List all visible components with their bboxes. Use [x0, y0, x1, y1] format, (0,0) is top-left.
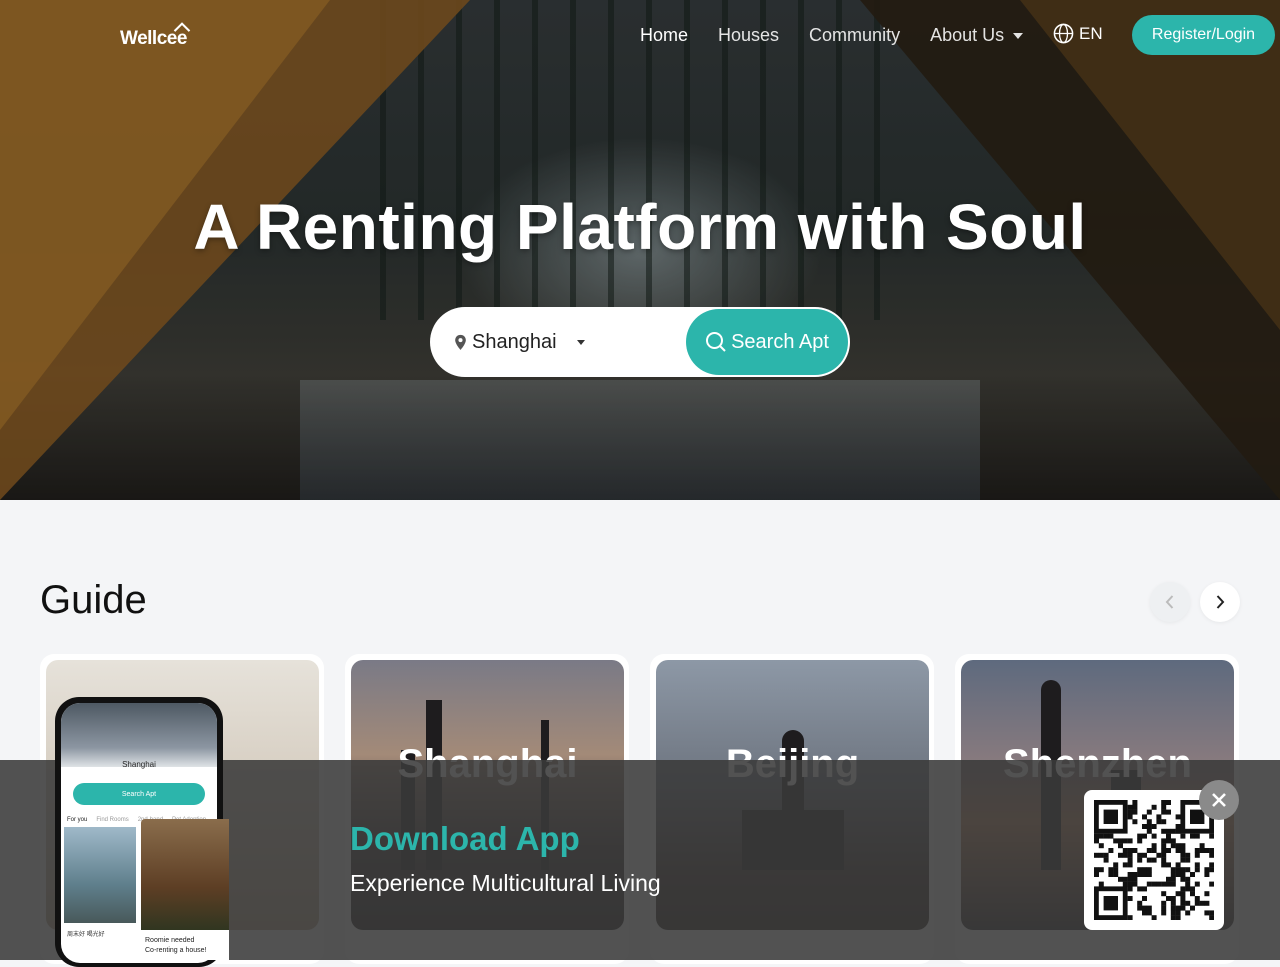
- qr-code-icon: [1094, 800, 1214, 920]
- phone-post-photo: [141, 819, 229, 934]
- language-label: EN: [1079, 23, 1103, 43]
- phone-city: Shanghai: [122, 760, 156, 769]
- guide-next-button[interactable]: [1200, 582, 1240, 622]
- phone-post-caption-line2: Co-renting a house!: [145, 947, 207, 954]
- phone-tab: For you: [67, 817, 88, 823]
- phone-header-image: [61, 703, 217, 767]
- nav-about-us-label: About Us: [930, 24, 1005, 45]
- chevron-down-icon: [576, 339, 585, 345]
- globe-icon: [1053, 23, 1074, 44]
- logo[interactable]: Wellcee: [120, 22, 191, 50]
- guide-prev-button[interactable]: [1150, 582, 1190, 622]
- chevron-left-icon: [1165, 595, 1174, 609]
- search-apt-label: Search Apt: [731, 330, 829, 353]
- phone-search-button: Search Apt: [73, 783, 205, 805]
- phone-post-caption: 周末好 喝光好: [67, 932, 105, 938]
- download-app-title: Download App: [350, 820, 580, 857]
- nav-about-us[interactable]: About Us: [930, 24, 1024, 46]
- download-app-subtitle: Experience Multicultural Living: [350, 870, 661, 896]
- close-banner-button[interactable]: [1199, 780, 1239, 820]
- city-selector-value: Shanghai: [472, 330, 557, 353]
- register-login-button[interactable]: Register/Login: [1132, 15, 1275, 55]
- search-apt-button[interactable]: Search Apt: [686, 309, 848, 375]
- pin-icon: [455, 334, 466, 350]
- phone-post-caption-line1: Roomie needed: [145, 937, 195, 944]
- phone-post-photo: [64, 827, 136, 923]
- main-nav: Home Houses Community About Us: [640, 22, 1053, 48]
- nav-houses[interactable]: Houses: [718, 25, 779, 46]
- nav-community[interactable]: Community: [809, 25, 900, 46]
- close-icon: [1212, 793, 1226, 807]
- nav-home[interactable]: Home: [640, 25, 688, 46]
- phone-tab: Find Rooms: [96, 817, 129, 823]
- city-selector[interactable]: Shanghai: [454, 307, 585, 377]
- chevron-right-icon: [1216, 595, 1225, 609]
- guide-title: Guide: [40, 578, 147, 622]
- chevron-down-icon: [1013, 32, 1024, 39]
- search-bar: Shanghai Search Apt: [430, 307, 850, 377]
- search-icon: [706, 332, 726, 352]
- hero-headline: A Renting Platform with Soul: [193, 191, 1087, 263]
- logo-roof-icon: [173, 22, 191, 32]
- phone-post-caption: Roomie needed Co-renting a house!: [145, 936, 206, 956]
- language-switcher[interactable]: EN: [1053, 23, 1103, 44]
